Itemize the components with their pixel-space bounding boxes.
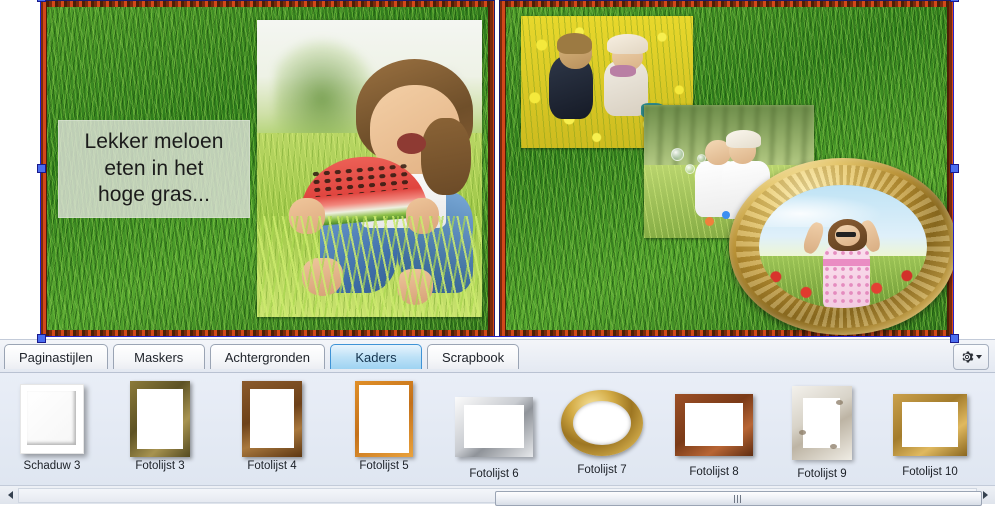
photo-hair-strand — [421, 118, 471, 196]
right-page[interactable] — [499, 0, 954, 337]
tab-label: Maskers — [134, 349, 184, 365]
thumbnail-label: Fotolijst 9 — [797, 468, 847, 480]
thumbnail-label: Fotolijst 5 — [359, 460, 409, 472]
frame-preview-fotolijst8 — [675, 394, 753, 456]
caption-text: Lekker meloen eten in het hoge gras... — [84, 129, 224, 207]
thumbnail-item-fotolijst-8[interactable]: Fotolijst 8 — [664, 383, 764, 486]
thumbnail-label: Fotolijst 8 — [689, 466, 739, 478]
photo-mouth — [396, 132, 426, 154]
frame-preview-fotolijst3 — [130, 381, 190, 457]
photo-boy-hair — [557, 33, 592, 55]
thumbnail-item-fotolijst-5[interactable]: Fotolijst 5 — [334, 377, 434, 483]
photo-sunglasses — [836, 231, 857, 237]
thumbnail-art — [341, 377, 427, 461]
canvas-workspace[interactable]: Lekker meloen eten in het hoge gras... — [0, 0, 995, 343]
resize-handle-left[interactable] — [37, 164, 46, 173]
scrapbook-editor-window: Lekker meloen eten in het hoge gras... P… — [0, 0, 995, 506]
photo-toy-orange — [705, 216, 715, 226]
photo-girl-scarf — [610, 64, 637, 77]
page-spread[interactable]: Lekker meloen eten in het hoge gras... — [37, 0, 959, 343]
tab-label: Scrapbook — [442, 349, 505, 365]
tab-list: Paginastijlen Maskers Achtergronden Kade… — [4, 344, 520, 369]
resize-handle-bottom-left[interactable] — [37, 334, 46, 343]
thumbnail-item-fotolijst-10[interactable]: Fotolijst 10 — [880, 383, 980, 486]
tab-label: Achtergronden — [224, 349, 310, 365]
resize-handle-top-right[interactable] — [950, 0, 959, 2]
oval-photo-content — [758, 184, 928, 309]
thumbnail-item-fotolijst-7[interactable]: Fotolijst 7 — [552, 381, 652, 486]
left-page[interactable]: Lekker meloen eten in het hoge gras... — [40, 0, 495, 337]
scroll-right-icon[interactable] — [977, 487, 993, 503]
thumbnail-label: Fotolijst 6 — [469, 468, 519, 480]
thumbnail-item-fotolijst-4[interactable]: Fotolijst 4 — [222, 377, 322, 483]
resize-handle-right[interactable] — [950, 164, 959, 173]
frame-preview-shadow3 — [20, 384, 84, 454]
thumbnail-art — [887, 383, 973, 467]
photo-girl-eating-watermelon[interactable] — [257, 20, 482, 317]
tab-kaders[interactable]: Kaders — [330, 344, 422, 369]
resize-handle-bottom-right[interactable] — [950, 334, 959, 343]
photo-dress-sash — [822, 258, 870, 267]
panel-options-button[interactable] — [953, 344, 989, 370]
caption-textbox[interactable]: Lekker meloen eten in het hoge gras... — [58, 120, 250, 218]
photo-dress-dots — [822, 248, 870, 306]
tab-paginastijlen[interactable]: Paginastijlen — [4, 344, 108, 369]
content-tabbar: Paginastijlen Maskers Achtergronden Kade… — [0, 339, 995, 372]
tab-maskers[interactable]: Maskers — [112, 344, 205, 369]
photo-bubble-1 — [671, 147, 685, 161]
panel-horizontal-scrollbar[interactable] — [0, 485, 995, 506]
thumbnail-label: Fotolijst 3 — [135, 460, 185, 472]
frame-preview-fotolijst6 — [455, 397, 533, 457]
thumbnail-art — [779, 377, 865, 469]
tab-label: Paginastijlen — [19, 349, 93, 365]
photo-bubble-2 — [684, 163, 695, 174]
thumbnail-item-fotolijst-6[interactable]: Fotolijst 6 — [444, 385, 544, 486]
thumbnail-item-fotolijst-9[interactable]: Fotolijst 9 — [772, 377, 872, 483]
thumbnail-art — [671, 383, 757, 467]
frames-thumbnail-panel[interactable]: Schaduw 3 Fotolijst 3 Fotolijst 4 Fotoli… — [0, 372, 995, 486]
thumbnail-label: Schaduw 3 — [23, 460, 81, 472]
thumbnail-item-schaduw-3[interactable]: Schaduw 3 — [2, 377, 102, 483]
photo-foreground-grass — [257, 216, 482, 317]
thumbnail-item-fotolijst-3[interactable]: Fotolijst 3 — [110, 377, 210, 483]
photo-girl-hat — [607, 34, 649, 55]
gear-icon — [960, 350, 974, 364]
chevron-down-icon — [976, 355, 982, 359]
scroll-left-icon[interactable] — [2, 487, 18, 503]
photo-girl-in-poppy-field-oval-frame[interactable] — [729, 158, 954, 335]
thumbnail-label: Fotolijst 10 — [902, 466, 958, 478]
frame-preview-fotolijst4 — [242, 381, 302, 457]
thumbnail-label: Fotolijst 4 — [247, 460, 297, 472]
tab-label: Kaders — [355, 349, 397, 365]
thumbnail-art — [559, 381, 645, 465]
frame-preview-fotolijst7 — [561, 390, 643, 456]
resize-handle-top-left[interactable] — [37, 0, 46, 2]
photo-child2-hat — [725, 130, 762, 148]
thumbnail-art — [9, 377, 95, 461]
thumbnail-art — [451, 385, 537, 469]
scroll-thumb-grip — [734, 494, 743, 503]
scrollbar-track[interactable] — [18, 488, 982, 506]
tab-scrapbook[interactable]: Scrapbook — [427, 344, 520, 369]
thumbnail-art — [229, 377, 315, 461]
thumbnail-art — [117, 377, 203, 461]
tab-achtergronden[interactable]: Achtergronden — [209, 344, 325, 369]
frame-preview-fotolijst10 — [893, 394, 967, 456]
thumbnail-label: Fotolijst 7 — [577, 464, 627, 476]
frame-preview-fotolijst5 — [355, 381, 413, 457]
photo-bubble-3 — [696, 154, 706, 164]
frame-preview-fotolijst9 — [792, 386, 852, 460]
